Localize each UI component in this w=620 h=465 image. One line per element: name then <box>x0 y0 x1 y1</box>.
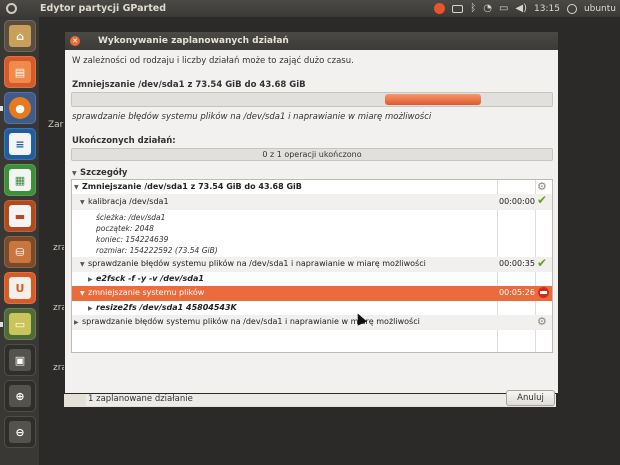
details-label: Szczegóły <box>80 168 128 178</box>
check-command: e2fsck -f -y -v /dev/sda1 <box>96 274 204 283</box>
calc-icon[interactable]: ▦ <box>4 164 36 196</box>
network-icon[interactable]: ◔ <box>483 3 492 14</box>
background-label: Zar <box>48 120 64 130</box>
firefox-icon[interactable]: ● <box>4 92 36 124</box>
dialog-titlebar: ✕ Wykonywanie zaplanowanych działań <box>65 32 558 50</box>
tree-row-check-cmd[interactable]: ▶ e2fsck -f -y -v /dev/sda1 <box>72 272 552 286</box>
writer-icon[interactable]: ≡ <box>4 128 36 160</box>
progress-pulse <box>385 94 481 105</box>
app-title: Edytor partycji GParted <box>40 3 167 14</box>
update-indicator-icon[interactable] <box>434 3 446 14</box>
tree-row-shrink-cmd[interactable]: ▶ resize2fs /dev/sda1 45804543K <box>72 301 552 315</box>
magnifier-icon[interactable]: ⊕ <box>4 380 36 412</box>
check2-label: sprawdzanie błędów systemu plików na /de… <box>82 317 420 326</box>
clock[interactable]: 13:15 <box>534 4 560 14</box>
cancel-button[interactable]: Anuluj <box>506 390 555 406</box>
root-operation-label: Zmniejszanie /dev/sda1 z 73.54 GiB do 43… <box>82 182 302 191</box>
dialog-body: W zależności od rodzaju i liczby działań… <box>65 50 558 406</box>
tree-row-check[interactable]: ▼ sprawdzanie błędów systemu plików na /d… <box>72 257 552 272</box>
close-icon[interactable]: ✕ <box>70 36 80 46</box>
tree-row-calibrate[interactable]: ▼ kalibracja /dev/sda1 00:00:00 ✔ <box>72 194 552 210</box>
running-indicator <box>0 106 3 111</box>
check-label: sprawdzanie błędów systemu plików na /de… <box>88 259 426 268</box>
details-tree[interactable]: ▼ Zmniejszanie /dev/sda1 z 73.54 GiB do 4… <box>71 179 553 353</box>
files-icon[interactable]: ▤ <box>4 56 36 88</box>
dialog-title: Wykonywanie zaplanowanych działań <box>98 36 289 46</box>
ubuntu-one-icon[interactable]: U <box>4 272 36 304</box>
check-time: 00:00:35 <box>499 259 535 268</box>
tree-row-root[interactable]: ▼ Zmniejszanie /dev/sda1 z 73.54 GiB do 4… <box>72 180 552 194</box>
keyboard-icon[interactable]: ▭ <box>499 3 508 14</box>
detail-path: ścieżka: /dev/sda1 <box>96 213 166 222</box>
software-center-icon[interactable]: ⛁ <box>4 236 36 268</box>
system-tray: ᛒ ◔ ▭ ◀) 13:15 ubuntu <box>434 0 616 17</box>
messaging-icon[interactable] <box>452 4 464 13</box>
dash-home-icon[interactable]: ⌂ <box>4 20 36 52</box>
tree-row-calibrate-details: ścieżka: /dev/sda1 początek: 2048 koniec… <box>72 210 552 257</box>
current-operation-progress <box>71 92 553 107</box>
impress-icon[interactable]: ▬ <box>4 200 36 232</box>
detail-end: koniec: 154224639 <box>96 235 169 244</box>
top-panel: Edytor partycji GParted ᛒ ◔ ▭ ◀) 13:15 u… <box>0 0 620 17</box>
gparted-icon[interactable]: ▭ <box>4 308 36 340</box>
shrink-time: 00:05:26 <box>499 288 535 297</box>
pending-operations-status: 1 zaplanowane działanie <box>86 392 556 406</box>
bluetooth-icon[interactable]: ᛒ <box>470 3 476 14</box>
gear-icon: ⚙ <box>537 315 547 328</box>
check-icon: ✔ <box>537 193 548 207</box>
gear-icon: ⚙ <box>537 180 547 193</box>
check-icon: ✔ <box>537 256 548 270</box>
volume-icon[interactable]: ◀) <box>515 3 527 14</box>
apply-operations-dialog: ✕ Wykonywanie zaplanowanych działań W za… <box>64 31 559 406</box>
current-operation-label: Zmniejszanie /dev/sda1 z 73.54 GiB do 43… <box>72 80 306 90</box>
sub-operation-label: sprawdzanie błędów systemu plików na /de… <box>72 112 432 122</box>
magnifier-icon-2[interactable]: ⊖ <box>4 416 36 448</box>
tree-row-check2[interactable]: ▶ sprawdzanie błędów systemu plików na /d… <box>72 315 552 330</box>
running-indicator <box>0 322 3 327</box>
shrink-label: zmniejszanie systemu plików <box>88 288 205 297</box>
shrink-command: resize2fs /dev/sda1 45804543K <box>96 303 237 312</box>
detail-size: rozmiar: 154222592 (73.54 GiB) <box>96 246 218 255</box>
details-expander[interactable]: ▼ Szczegóły <box>72 168 127 178</box>
stop-icon <box>537 286 551 300</box>
info-text: W zależności od rodzaju i liczby działań… <box>72 56 354 66</box>
calibrate-time: 00:00:00 <box>499 197 535 206</box>
completed-operations-label: Ukończonych działań: <box>72 136 176 146</box>
launcher: ⌂ ▤ ● ≡ ▦ ▬ ⛁ U ▭ ▣ ⊕ ⊖ <box>0 17 40 465</box>
ubuntu-logo-icon[interactable] <box>0 0 22 17</box>
calibrate-label: kalibracja /dev/sda1 <box>88 197 169 206</box>
completed-operations-progress: 0 z 1 operacji ukończono <box>71 148 553 161</box>
tree-row-shrink[interactable]: ▼ zmniejszanie systemu plików 00:05:26 <box>72 286 552 301</box>
workspace-switcher-icon[interactable]: ▣ <box>4 344 36 376</box>
user-name[interactable]: ubuntu <box>584 4 616 14</box>
detail-start: początek: 2048 <box>96 224 154 233</box>
user-session-icon[interactable] <box>566 3 577 14</box>
